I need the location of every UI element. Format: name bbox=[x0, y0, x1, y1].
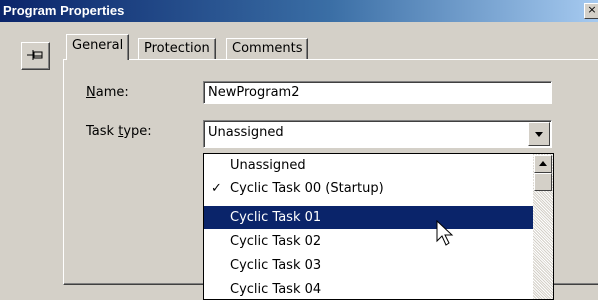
name-label: Name: bbox=[86, 85, 129, 100]
option-unassigned[interactable]: Unassigned bbox=[204, 154, 533, 177]
chevron-down-icon[interactable] bbox=[528, 122, 550, 146]
option-cyclic-task-02[interactable]: Cyclic Task 02 bbox=[204, 230, 533, 253]
task-type-value: Unassigned bbox=[208, 125, 284, 140]
scroll-thumb[interactable] bbox=[534, 173, 552, 191]
name-field[interactable]: NewProgram2 bbox=[203, 81, 552, 104]
name-field-value: NewProgram2 bbox=[208, 85, 300, 100]
title-bar: Program Properties × bbox=[0, 0, 598, 22]
tab-comments-label: Comments bbox=[232, 41, 303, 56]
dropdown-scrollbar[interactable] bbox=[533, 154, 553, 299]
scroll-up-icon[interactable] bbox=[534, 155, 552, 173]
checkmark-icon: ✓ bbox=[211, 181, 222, 196]
pin-button[interactable] bbox=[21, 42, 50, 70]
task-type-select[interactable]: Unassigned bbox=[203, 120, 552, 148]
tab-comments[interactable]: Comments bbox=[226, 38, 309, 59]
tab-protection[interactable]: Protection bbox=[138, 38, 216, 59]
option-cyclic-task-00[interactable]: ✓ Cyclic Task 00 (Startup) bbox=[204, 177, 533, 200]
task-type-dropdown: Unassigned ✓ Cyclic Task 00 (Startup) Cyc… bbox=[203, 153, 554, 300]
close-icon: × bbox=[587, 3, 597, 16]
tab-general[interactable]: General bbox=[66, 34, 130, 60]
window-title: Program Properties bbox=[3, 3, 125, 18]
close-button[interactable]: × bbox=[584, 3, 598, 19]
option-cyclic-task-04[interactable]: Cyclic Task 04 bbox=[204, 278, 533, 299]
tab-general-label: General bbox=[72, 38, 124, 53]
task-type-label: Task type: bbox=[86, 124, 152, 139]
mouse-pointer-icon bbox=[436, 220, 454, 246]
pin-icon bbox=[27, 50, 43, 60]
option-cyclic-task-01[interactable]: Cyclic Task 01 bbox=[204, 206, 533, 229]
option-cyclic-task-03[interactable]: Cyclic Task 03 bbox=[204, 254, 533, 277]
tab-protection-label: Protection bbox=[144, 41, 210, 56]
